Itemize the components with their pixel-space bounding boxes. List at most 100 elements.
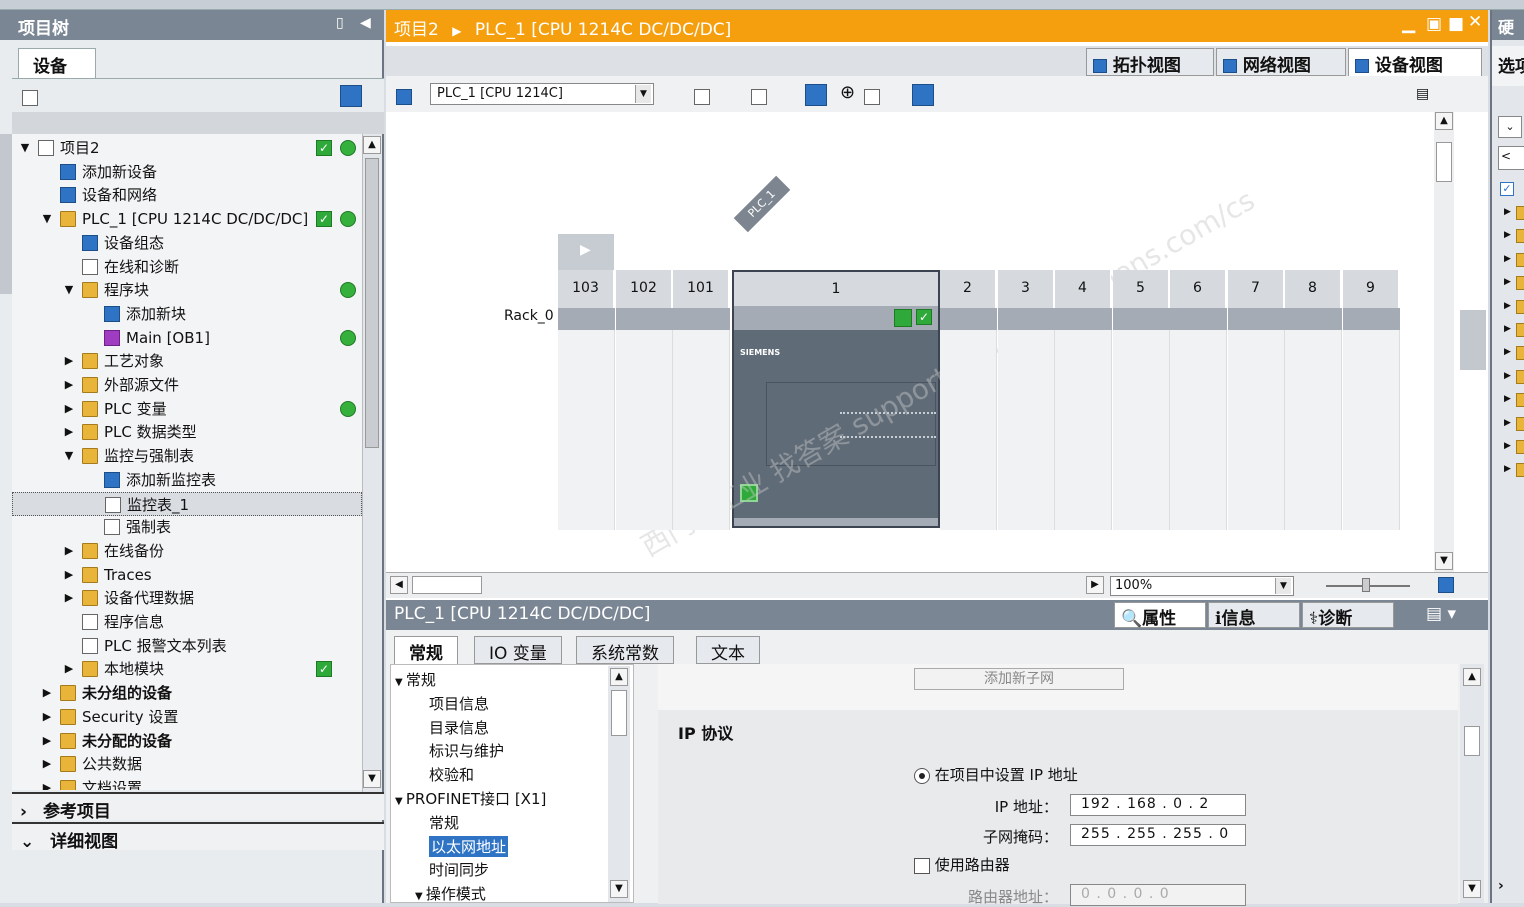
- overview-icon[interactable]: [1438, 577, 1454, 593]
- scroll-up-icon[interactable]: ▲: [1435, 112, 1453, 130]
- nav-item[interactable]: 项目信息: [429, 693, 489, 714]
- rack-expand-button[interactable]: ▶: [558, 234, 614, 270]
- toolbar-icon-1[interactable]: [694, 89, 711, 105]
- caret-right-icon[interactable]: ▶: [40, 681, 54, 705]
- tree-item[interactable]: PLC 报警文本列表: [12, 634, 362, 658]
- tree-item[interactable]: ▶ 未分配的设备: [12, 729, 362, 753]
- caret-right-icon[interactable]: ▶: [1504, 371, 1511, 381]
- scroll-down-icon[interactable]: ▼: [1435, 552, 1453, 570]
- tree-item[interactable]: 添加新监控表: [12, 468, 362, 492]
- caret-right-icon[interactable]: ▶: [62, 349, 76, 373]
- catalog-tree-item[interactable]: ▶: [1502, 344, 1524, 364]
- catalog-tree-item[interactable]: ▶: [1502, 204, 1524, 224]
- caret-right-icon[interactable]: ▶: [62, 420, 76, 444]
- tab-topology-view[interactable]: 拓扑视图: [1086, 48, 1214, 76]
- device-select[interactable]: PLC_1 [CPU 1214C] ▼: [430, 83, 654, 105]
- collapse-icon[interactable]: ⌄: [20, 832, 34, 852]
- nav-item[interactable]: ▼ 常规: [395, 669, 436, 690]
- expand-icon[interactable]: ›: [20, 802, 27, 822]
- tab-io-tags[interactable]: IO 变量: [474, 636, 562, 664]
- tree-view-icon[interactable]: [340, 85, 363, 107]
- tree-item[interactable]: ▶ 工艺对象: [12, 349, 362, 373]
- tree-item[interactable]: ▼ 项目2 ✓: [12, 136, 362, 160]
- tab-network-view[interactable]: 网络视图: [1216, 48, 1346, 76]
- tree-item[interactable]: 强制表: [12, 515, 362, 539]
- zoom-slider-handle[interactable]: [1362, 578, 1370, 592]
- slot-header[interactable]: 8: [1285, 270, 1341, 308]
- caret-right-icon[interactable]: ▶: [1504, 230, 1511, 240]
- reference-projects-header[interactable]: › 参考项目: [12, 792, 384, 822]
- catalog-tree-item[interactable]: ▶: [1502, 391, 1524, 411]
- caret-right-icon[interactable]: ▶: [1504, 277, 1511, 287]
- slot-header[interactable]: 7: [1228, 270, 1284, 308]
- editor-vscrollbar[interactable]: ▲ ▼: [1434, 112, 1454, 572]
- caret-right-icon[interactable]: ▶: [1504, 324, 1511, 334]
- toolbar-icon-3[interactable]: [805, 84, 828, 106]
- nav-item[interactable]: ▼ PROFINET接口 [X1]: [395, 788, 546, 809]
- tree-item[interactable]: ▶ Traces: [12, 563, 362, 587]
- tab-system-constants[interactable]: 系统常数: [576, 636, 674, 664]
- caret-down-icon[interactable]: ▼: [62, 278, 76, 302]
- slot-body[interactable]: [1113, 330, 1170, 530]
- tab-general[interactable]: 常规: [394, 636, 458, 664]
- scroll-up-icon[interactable]: ▲: [363, 136, 381, 154]
- caret-right-icon[interactable]: ▶: [40, 776, 54, 790]
- tree-item[interactable]: ▶ Security 设置: [12, 705, 362, 729]
- slot-body[interactable]: [1170, 330, 1227, 530]
- add-subnet-button[interactable]: 添加新子网: [914, 668, 1124, 690]
- nav-item[interactable]: 常规: [429, 812, 459, 833]
- tree-item[interactable]: ▶ 在线备份: [12, 539, 362, 563]
- tab-texts[interactable]: 文本: [696, 636, 760, 664]
- tree-scrollbar[interactable]: ▲ ▼: [362, 134, 382, 796]
- device-tool-icon[interactable]: [396, 89, 412, 105]
- slot-body[interactable]: [1228, 330, 1285, 530]
- scroll-thumb[interactable]: [611, 690, 627, 736]
- slot-header[interactable]: 103: [558, 270, 614, 308]
- tree-item[interactable]: ▶ 未分组的设备: [12, 681, 362, 705]
- tree-item[interactable]: ▶ 本地模块 ✓: [12, 657, 362, 681]
- caret-right-icon[interactable]: ▶: [40, 729, 54, 753]
- slot-body[interactable]: [673, 330, 730, 530]
- slot-body[interactable]: [616, 330, 673, 530]
- filter-checkbox[interactable]: ✓: [1500, 182, 1514, 196]
- slot-body[interactable]: [940, 330, 997, 530]
- toolbar-icon-5[interactable]: [912, 84, 935, 106]
- tab-devices[interactable]: 设备: [18, 48, 96, 78]
- set-ip-option[interactable]: 在项目中设置 IP 地址: [914, 764, 1078, 785]
- zoom-select[interactable]: 100% ▼: [1110, 576, 1294, 596]
- maximize-icon[interactable]: ■: [1448, 14, 1464, 34]
- caret-down-icon[interactable]: ▼: [18, 136, 32, 160]
- detail-view-header[interactable]: ⌄ 详细视图: [12, 822, 384, 852]
- tree-item[interactable]: ▶ PLC 数据类型: [12, 420, 362, 444]
- slot-body[interactable]: [1285, 330, 1342, 530]
- caret-right-icon[interactable]: ▶: [62, 539, 76, 563]
- subnet-mask-field[interactable]: 255 . 255 . 255 . 0: [1070, 824, 1246, 846]
- panel-layout-icon[interactable]: ▯: [336, 15, 344, 31]
- tree-item[interactable]: Main [OB1]: [12, 326, 362, 350]
- tree-item[interactable]: ▶ 设备代理数据: [12, 586, 362, 610]
- use-router-checkbox[interactable]: [914, 857, 930, 874]
- caret-right-icon[interactable]: ▶: [1504, 301, 1511, 311]
- caret-right-icon[interactable]: ▶: [1504, 464, 1511, 474]
- slot-header[interactable]: 6: [1170, 270, 1226, 308]
- slot-header[interactable]: 101: [673, 270, 729, 308]
- caret-right-icon[interactable]: ▶: [62, 657, 76, 681]
- tree-item[interactable]: ▼ 程序块: [12, 278, 362, 302]
- scroll-left-icon[interactable]: ◀: [390, 576, 408, 594]
- tree-item[interactable]: 程序信息: [12, 610, 362, 634]
- nav-item[interactable]: ▼ 操作模式: [415, 883, 486, 904]
- caret-right-icon[interactable]: ▶: [1504, 347, 1511, 357]
- tree-item[interactable]: 设备和网络: [12, 183, 362, 207]
- caret-right-icon[interactable]: ▶: [40, 752, 54, 776]
- hscroll-thumb[interactable]: [412, 576, 482, 594]
- caret-down-icon[interactable]: ▼: [395, 796, 406, 807]
- tree-item[interactable]: ▶ 文档设置: [12, 776, 362, 790]
- tree-item[interactable]: 监控表_1: [12, 491, 362, 516]
- catalog-tree-item[interactable]: ▶: [1502, 321, 1524, 341]
- expand-icon[interactable]: ›: [1498, 878, 1504, 894]
- slot-header[interactable]: 4: [1055, 270, 1111, 308]
- restore-icon[interactable]: ▣: [1426, 14, 1442, 34]
- nav-item[interactable]: 校验和: [429, 764, 474, 785]
- plc-tag[interactable]: PLC_1: [733, 175, 791, 233]
- nav-item[interactable]: 时间同步: [429, 859, 489, 880]
